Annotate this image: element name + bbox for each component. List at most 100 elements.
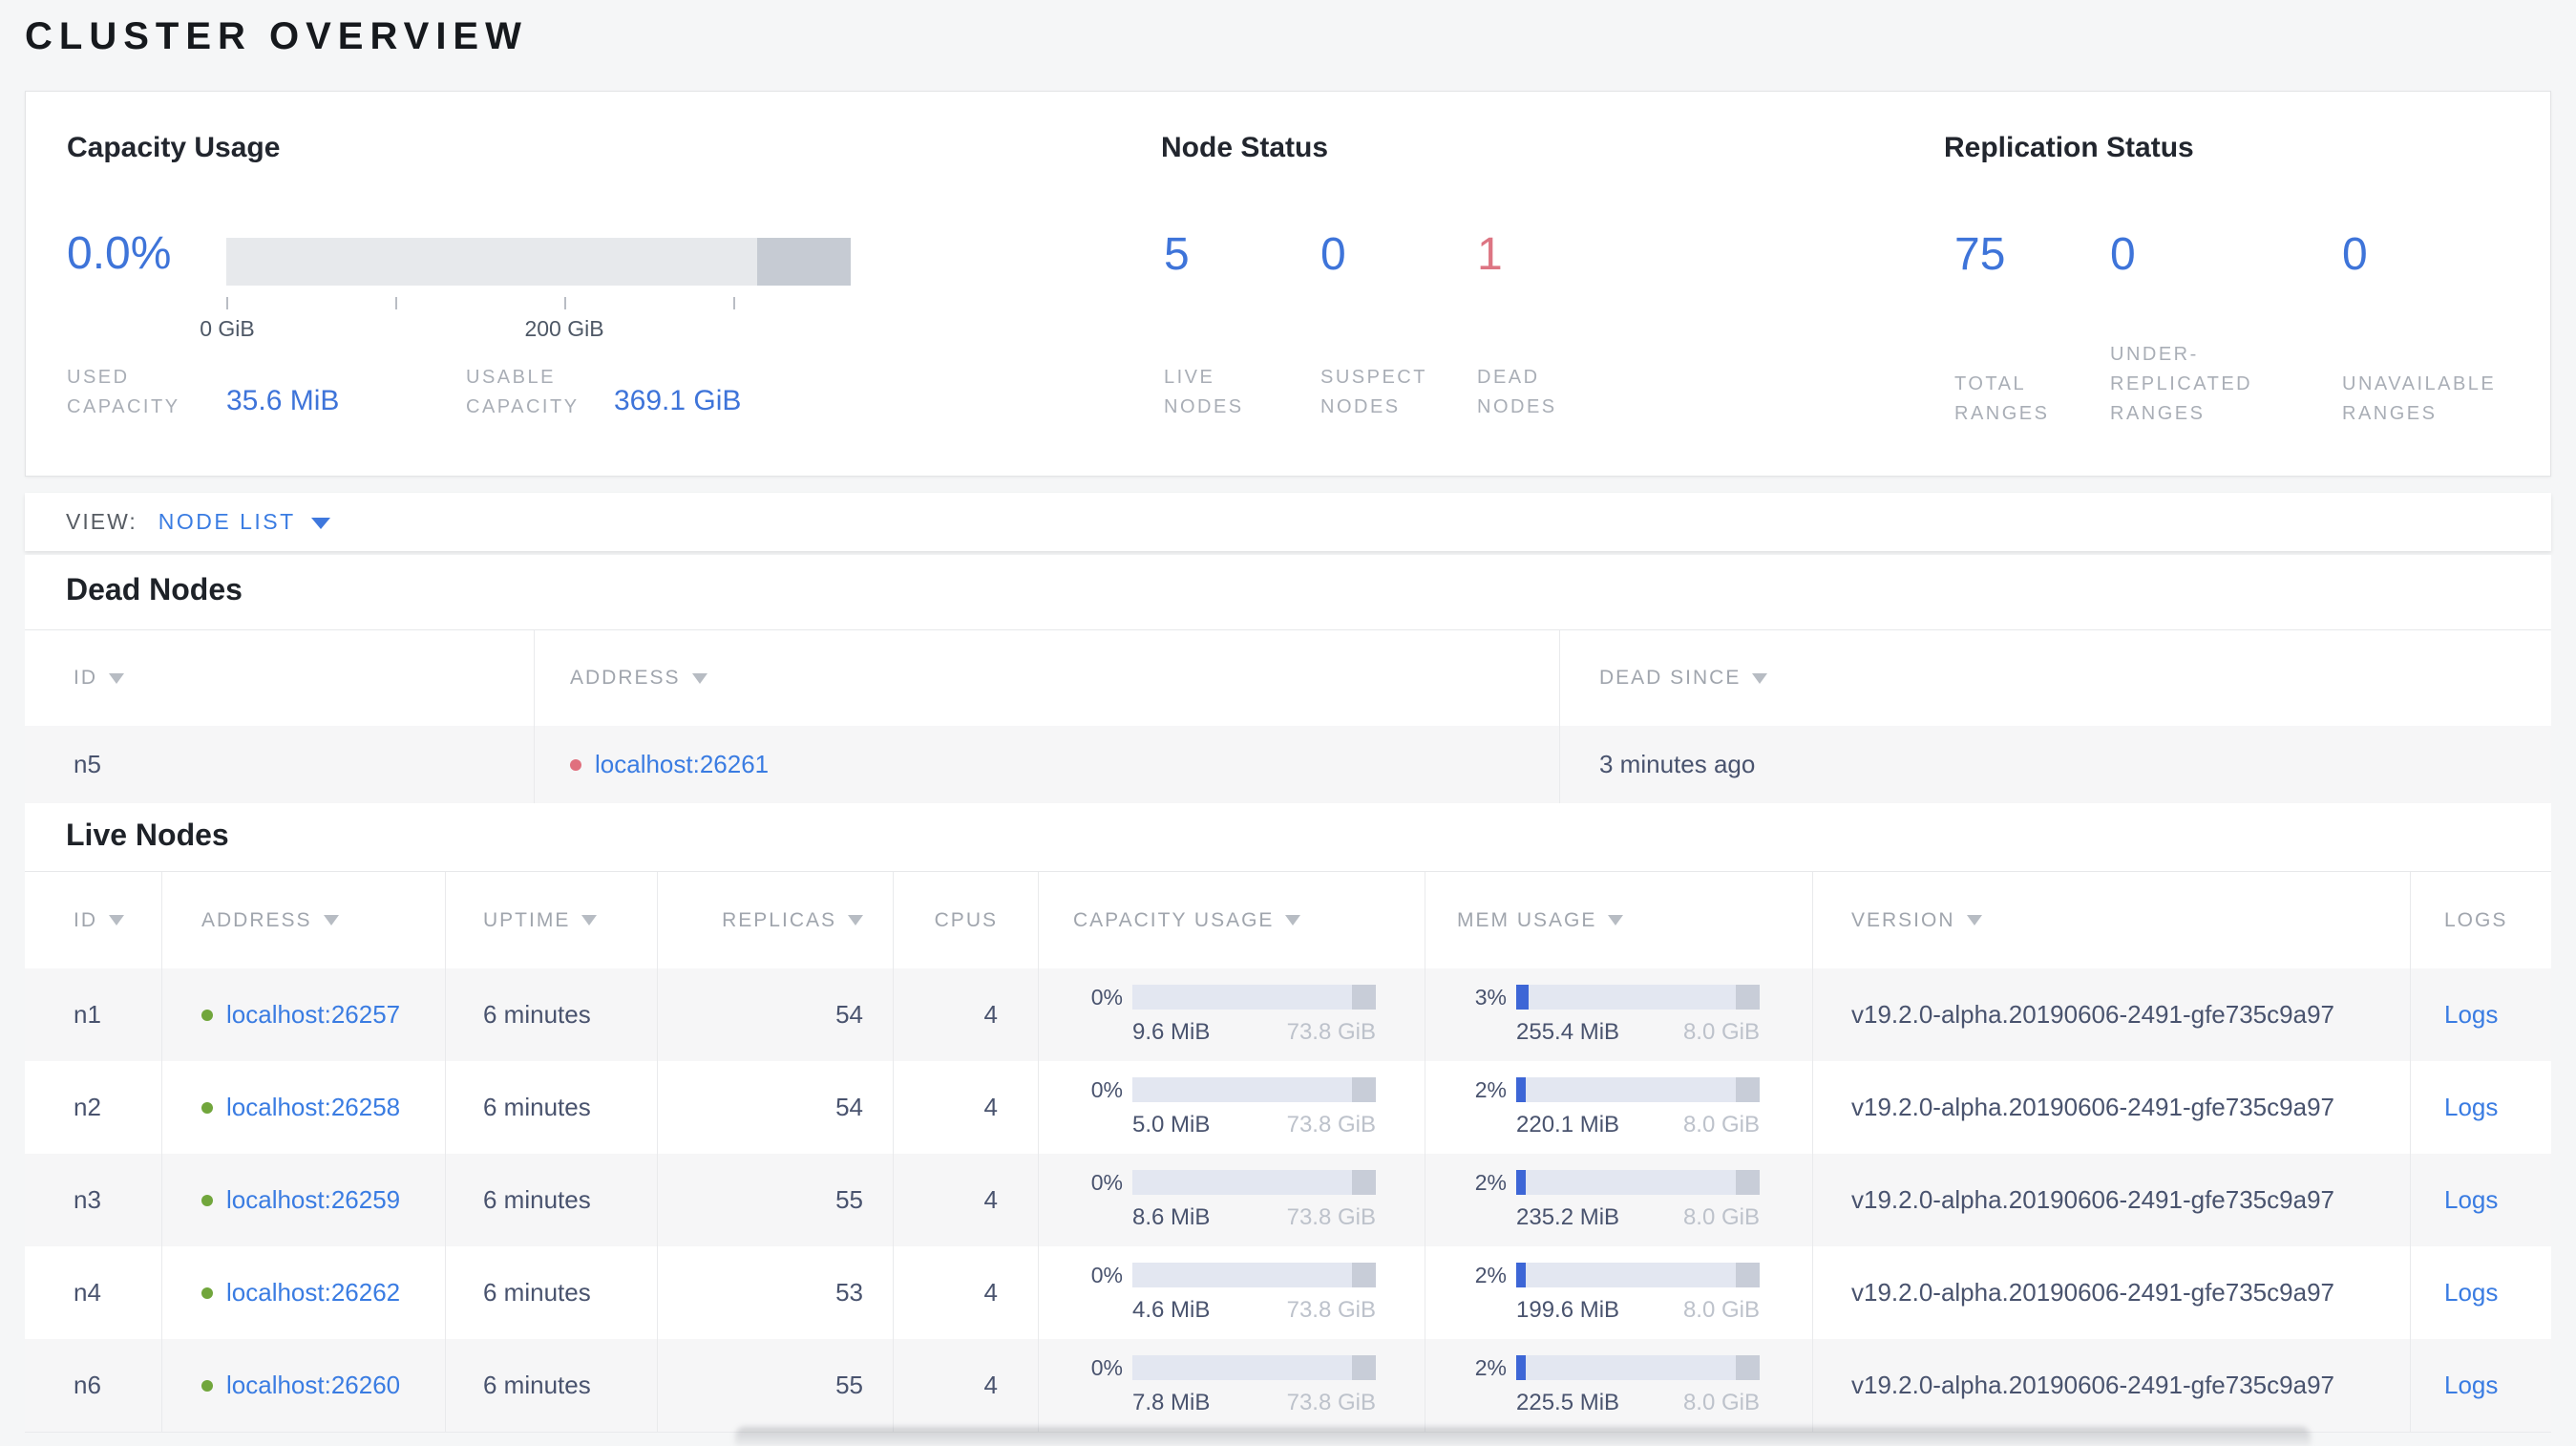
view-selected-value[interactable]: NODE LIST — [158, 509, 296, 535]
capacity-bar-reserved-segment — [756, 238, 851, 286]
live-col-header-replicas[interactable]: REPLICAS — [658, 872, 894, 968]
mem-percent: 2% — [1474, 1076, 1507, 1102]
capacity-percent: 0% — [1090, 1076, 1123, 1102]
node-address-link[interactable]: localhost:26262 — [226, 1278, 400, 1308]
under-replicated-label: UNDER-REPLICATED RANGES — [2110, 344, 2253, 424]
capacity-used: 5.0 MiB — [1132, 1111, 1211, 1138]
axis-label-200gib: 200 GiB — [524, 316, 604, 341]
capacity-bar-reserved-segment — [1351, 1170, 1376, 1195]
mem-percent: 2% — [1474, 1262, 1507, 1287]
dead-nodes-table: ID ADDRESS DEAD SINCE n5 localhost:26261… — [25, 629, 2551, 803]
logs-link[interactable]: Logs — [2444, 1371, 2498, 1400]
mem-bar — [1516, 1263, 1760, 1287]
cluster-summary-panel: Capacity Usage 0.0% 0 GiB 200 GiB USED C… — [25, 91, 2551, 477]
live-nodes-section-title: Live Nodes — [66, 818, 229, 852]
capacity-used: 8.6 MiB — [1132, 1203, 1211, 1230]
node-address-link[interactable]: localhost:26259 — [226, 1185, 400, 1215]
logs-link[interactable]: Logs — [2444, 1093, 2498, 1122]
under-replicated-count: 0 — [2110, 229, 2136, 280]
live-col-header-version[interactable]: VERSION — [1813, 872, 2411, 968]
node-address-link[interactable]: localhost:26258 — [226, 1093, 400, 1122]
mem-percent: 2% — [1474, 1354, 1507, 1380]
live-col-header-capacity-usage[interactable]: CAPACITY USAGE — [1039, 872, 1425, 968]
node-uptime: 6 minutes — [483, 1278, 591, 1307]
node-version: v19.2.0-alpha.20190606-2491-gfe735c9a97 — [1851, 1278, 2334, 1307]
node-replicas: 53 — [835, 1278, 863, 1307]
axis-tick — [564, 297, 566, 309]
logs-link[interactable]: Logs — [2444, 1185, 2498, 1215]
logs-link[interactable]: Logs — [2444, 1000, 2498, 1030]
unavailable-label: UNAVAILABLE RANGES — [2342, 373, 2497, 424]
capacity-total: 73.8 GiB — [1286, 1203, 1376, 1230]
node-id: n6 — [74, 1371, 101, 1399]
live-nodes-header-row: ID ADDRESS UPTIME REPLICAS CPUS CAPACITY… — [25, 872, 2551, 968]
usable-capacity-value: 369.1 GiB — [614, 385, 742, 416]
axis-tick — [395, 297, 397, 309]
node-version: v19.2.0-alpha.20190606-2491-gfe735c9a97 — [1851, 1185, 2334, 1214]
live-col-header-address[interactable]: ADDRESS — [162, 872, 446, 968]
node-cpus: 4 — [983, 1093, 998, 1121]
node-cpus: 4 — [983, 1000, 998, 1029]
dead-nodes-header-row: ID ADDRESS DEAD SINCE — [25, 630, 2551, 726]
view-label: VIEW: — [66, 509, 137, 534]
live-col-header-id[interactable]: ID — [25, 872, 162, 968]
live-col-header-uptime[interactable]: UPTIME — [446, 872, 658, 968]
capacity-bar — [1132, 1263, 1376, 1287]
dead-since-value: 3 minutes ago — [1599, 750, 1756, 778]
dead-col-header-address[interactable]: ADDRESS — [535, 630, 1560, 726]
node-cpus: 4 — [983, 1278, 998, 1307]
mem-used: 199.6 MiB — [1516, 1296, 1620, 1323]
bottom-element-shadow — [735, 1427, 2311, 1446]
capacity-usage-cell: 0% 9.6 MiB 73.8 GiB — [1073, 985, 1376, 1046]
live-col-header-mem-usage[interactable]: MEM USAGE — [1425, 872, 1813, 968]
mem-bar-reserved-segment — [1735, 985, 1760, 1010]
node-uptime: 6 minutes — [483, 1371, 591, 1399]
node-uptime: 6 minutes — [483, 1093, 591, 1121]
capacity-total: 73.8 GiB — [1286, 1111, 1376, 1138]
mem-bar-reserved-segment — [1735, 1355, 1760, 1380]
mem-bar — [1516, 1355, 1760, 1380]
node-replicas: 54 — [835, 1093, 863, 1121]
dead-col-header-id[interactable]: ID — [25, 630, 535, 726]
node-status-title: Node Status — [1161, 132, 1329, 163]
capacity-bar-reserved-segment — [1351, 1077, 1376, 1102]
mem-bar-reserved-segment — [1735, 1263, 1760, 1287]
dead-col-header-dead-since[interactable]: DEAD SINCE — [1560, 630, 2551, 726]
green-status-dot-icon — [201, 1379, 213, 1392]
node-address-link[interactable]: localhost:26260 — [226, 1371, 400, 1400]
node-address-link[interactable]: localhost:26257 — [226, 1000, 400, 1030]
red-status-dot-icon — [570, 758, 581, 771]
mem-used: 225.5 MiB — [1516, 1389, 1620, 1415]
total-ranges-label: TOTAL RANGES — [1954, 373, 2050, 424]
sort-desc-icon — [848, 915, 863, 925]
sort-desc-icon — [1608, 915, 1624, 925]
capacity-usage-cell: 0% 7.8 MiB 73.8 GiB — [1073, 1355, 1376, 1416]
capacity-percent: 0% — [1090, 1262, 1123, 1287]
mem-total: 8.0 GiB — [1682, 1203, 1760, 1230]
capacity-bar-reserved-segment — [1351, 1355, 1376, 1380]
view-selector-dropdown[interactable]: NODE LIST — [158, 509, 330, 535]
mem-total: 8.0 GiB — [1682, 1111, 1760, 1138]
node-cpus: 4 — [983, 1185, 998, 1214]
capacity-bar-reserved-segment — [1351, 985, 1376, 1010]
mem-bar-fill — [1516, 1170, 1527, 1195]
dead-nodes-count: 1 — [1477, 229, 1503, 280]
unavailable-count: 0 — [2342, 229, 2368, 280]
capacity-percent: 0% — [1090, 984, 1123, 1010]
capacity-usage-title: Capacity Usage — [67, 132, 281, 163]
mem-total: 8.0 GiB — [1682, 1018, 1760, 1045]
mem-percent: 3% — [1474, 984, 1507, 1010]
capacity-bar-reserved-segment — [1351, 1263, 1376, 1287]
live-nodes-table: ID ADDRESS UPTIME REPLICAS CPUS CAPACITY… — [25, 871, 2551, 1433]
capacity-bar — [1132, 1355, 1376, 1380]
used-capacity-value: 35.6 MiB — [226, 385, 340, 416]
dead-node-address-link[interactable]: localhost:26261 — [595, 750, 769, 779]
mem-bar-reserved-segment — [1735, 1170, 1760, 1195]
green-status-dot-icon — [201, 1101, 213, 1114]
node-version: v19.2.0-alpha.20190606-2491-gfe735c9a97 — [1851, 1000, 2334, 1029]
node-uptime: 6 minutes — [483, 1185, 591, 1214]
mem-bar-fill — [1516, 1355, 1527, 1380]
logs-link[interactable]: Logs — [2444, 1278, 2498, 1308]
node-version: v19.2.0-alpha.20190606-2491-gfe735c9a97 — [1851, 1093, 2334, 1121]
live-nodes-label: LIVE NODES — [1164, 367, 1244, 417]
